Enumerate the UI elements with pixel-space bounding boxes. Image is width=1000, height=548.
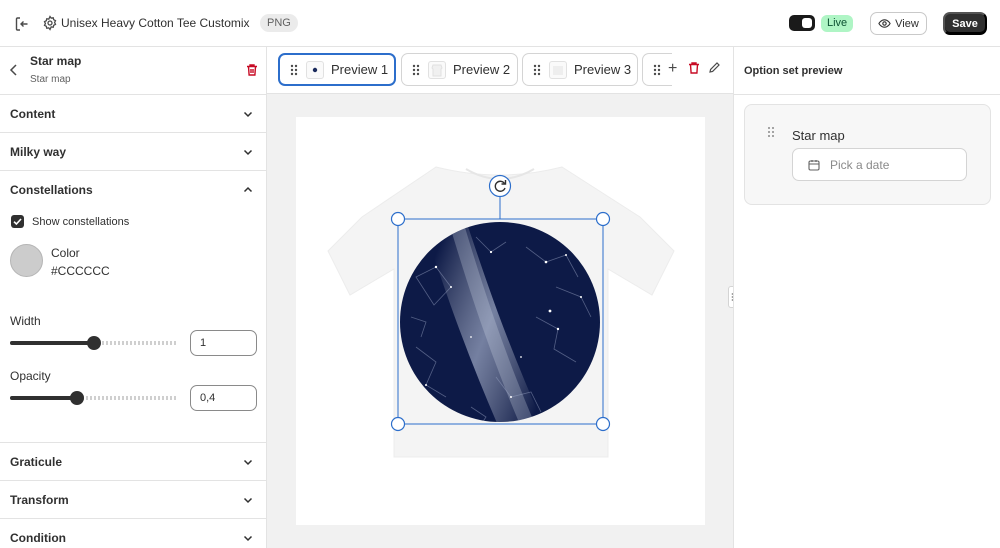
preview-tabs: Preview 1 Preview 2 Preview 3 + xyxy=(267,47,733,94)
tab-label: Preview 3 xyxy=(574,62,632,77)
gear-icon[interactable] xyxy=(42,15,58,31)
tab-label: Preview 1 xyxy=(331,62,389,77)
tshirt-mockup xyxy=(327,166,675,458)
product-title: Unisex Heavy Cotton Tee Customix xyxy=(61,16,250,30)
section-label: Constellations xyxy=(10,183,93,197)
product-canvas[interactable] xyxy=(296,117,705,525)
show-constellations-checkbox[interactable] xyxy=(11,215,24,228)
color-swatch[interactable] xyxy=(10,244,43,277)
section-constellations[interactable]: Constellations xyxy=(0,171,266,209)
color-value: #CCCCCC xyxy=(51,264,110,278)
chevron-down-icon xyxy=(242,108,254,120)
trash-icon[interactable] xyxy=(688,61,700,75)
drag-handle-icon[interactable] xyxy=(652,63,662,77)
opacity-label: Opacity xyxy=(10,369,51,383)
date-placeholder: Pick a date xyxy=(830,158,890,172)
section-transform[interactable]: Transform xyxy=(0,481,266,519)
section-condition[interactable]: Condition xyxy=(0,519,266,548)
section-graticule[interactable]: Graticule xyxy=(0,443,266,481)
slider-fill xyxy=(10,396,77,400)
preview-thumbnail xyxy=(306,60,324,79)
chevron-up-icon xyxy=(242,184,254,196)
element-title: Star map xyxy=(30,54,82,68)
section-label: Transform xyxy=(10,493,69,507)
view-button[interactable]: View xyxy=(870,12,927,35)
plus-icon[interactable]: + xyxy=(668,61,677,77)
trash-icon[interactable] xyxy=(245,63,259,77)
view-button-label: View xyxy=(895,17,919,30)
live-toggle[interactable] xyxy=(789,15,815,31)
exit-icon[interactable] xyxy=(12,14,32,34)
section-label: Graticule xyxy=(10,455,63,469)
element-subtitle: Star map xyxy=(30,74,71,85)
width-input[interactable]: 1 xyxy=(190,330,257,356)
tab-label: Preview 2 xyxy=(453,62,511,77)
element-settings-panel: Star map Star map Content Milky way Cons… xyxy=(0,47,267,548)
divider xyxy=(734,94,1000,95)
star-map-field-label: Star map xyxy=(792,128,845,143)
opacity-slider[interactable] xyxy=(10,391,178,405)
panel-header: Star map Star map xyxy=(0,47,266,95)
slider-thumb[interactable] xyxy=(70,391,84,405)
constellations-settings: Show constellations Color #CCCCCC Width … xyxy=(0,209,266,443)
top-bar: Unisex Heavy Cotton Tee Customix PNG Liv… xyxy=(0,0,1000,47)
preview-thumbnail xyxy=(428,60,446,79)
tab-preview-1[interactable]: Preview 1 xyxy=(278,53,396,86)
date-picker-input[interactable]: Pick a date xyxy=(792,148,967,181)
section-label: Milky way xyxy=(10,145,67,159)
chevron-down-icon xyxy=(242,456,254,468)
chevron-down-icon xyxy=(242,532,254,544)
chevron-down-icon xyxy=(242,146,254,158)
file-type-badge: PNG xyxy=(260,14,298,32)
drag-handle-icon[interactable] xyxy=(411,63,421,77)
tab-preview-2[interactable]: Preview 2 xyxy=(401,53,518,86)
eye-icon xyxy=(878,17,891,30)
show-constellations-label: Show constellations xyxy=(32,216,130,228)
section-label: Condition xyxy=(10,531,66,545)
slider-fill xyxy=(10,341,94,345)
opacity-input[interactable]: 0,4 xyxy=(190,385,257,411)
live-status-badge: Live xyxy=(821,15,854,32)
option-set-preview-panel: Option set preview Star map Pick a date xyxy=(733,47,1000,548)
drag-handle-icon[interactable] xyxy=(289,63,299,77)
section-content[interactable]: Content xyxy=(0,95,266,133)
option-card: Star map Pick a date xyxy=(744,104,991,205)
section-label: Content xyxy=(10,107,56,121)
option-set-preview-title: Option set preview xyxy=(744,65,843,77)
color-label: Color xyxy=(51,246,80,260)
calendar-icon xyxy=(808,159,820,171)
width-label: Width xyxy=(10,314,41,328)
save-button[interactable]: Save xyxy=(943,12,987,35)
preview-thumbnail xyxy=(549,60,567,79)
tab-preview-3[interactable]: Preview 3 xyxy=(522,53,638,86)
width-slider[interactable] xyxy=(10,336,178,350)
chevron-left-icon[interactable] xyxy=(8,63,20,77)
chevron-down-icon xyxy=(242,494,254,506)
drag-handle-icon[interactable] xyxy=(767,126,775,138)
section-milky-way[interactable]: Milky way xyxy=(0,133,266,171)
pencil-icon[interactable] xyxy=(708,61,721,74)
drag-handle-icon[interactable] xyxy=(532,63,542,77)
slider-thumb[interactable] xyxy=(87,336,101,350)
preview-workspace: Preview 1 Preview 2 Preview 3 + xyxy=(267,47,733,548)
